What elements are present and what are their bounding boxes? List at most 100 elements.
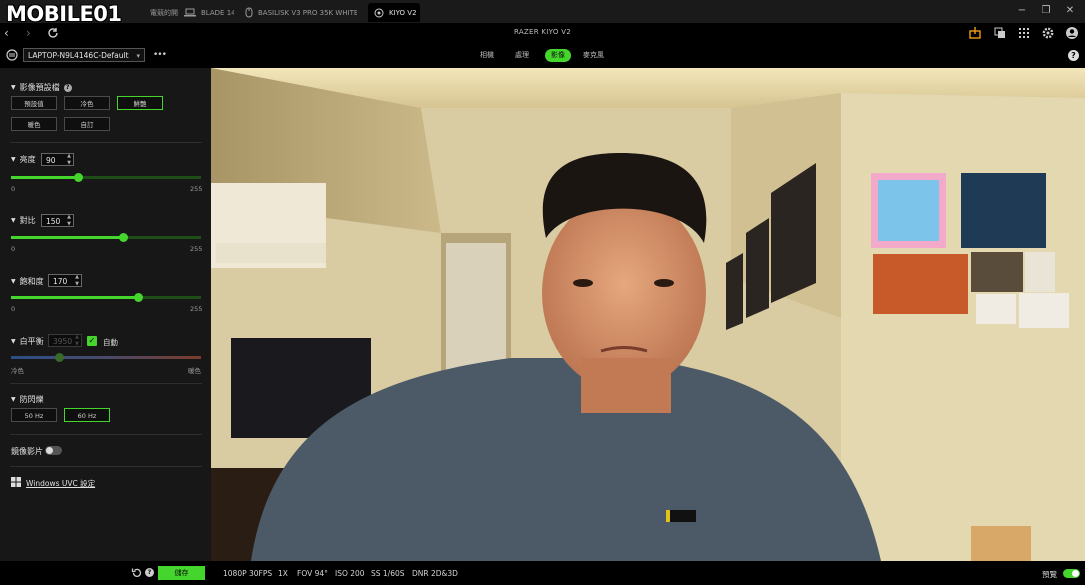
divider (10, 466, 202, 467)
mirror-label: 鏡像影片 (11, 447, 43, 456)
tab-label: BASILISK V3 PRO 35K WHITE EDITI (258, 8, 357, 17)
white-balance-header[interactable]: ▼ 白平衡 (11, 336, 44, 347)
user-avatar-icon[interactable] (1065, 26, 1079, 40)
bottom-bar: ? 儲存 1080P 30FPS 1X FOV 94° ISO 200 SS 1… (0, 561, 1085, 585)
tab-camera[interactable]: 相機 (480, 49, 494, 62)
preset-default-button[interactable]: 預設值 (11, 96, 57, 110)
contrast-value: 150 (46, 217, 61, 226)
stepper-arrows-icon[interactable]: ▲ ▼ (67, 153, 71, 167)
slider-fill (11, 236, 123, 239)
saturation-label: 飽和度 (19, 277, 44, 286)
slider-fill (11, 296, 138, 299)
chevron-down-icon: ▾ (136, 52, 140, 60)
laptop-icon (184, 8, 196, 17)
preset-section-header[interactable]: ▼ 影像預設檔 ? (11, 82, 72, 93)
toggle-knob (1072, 570, 1079, 577)
close-icon[interactable]: ✕ (1063, 4, 1077, 18)
save-button[interactable]: 儲存 (158, 566, 205, 580)
white-balance-min: 冷色 (11, 367, 24, 375)
contrast-slider[interactable] (11, 233, 201, 242)
preset-title: 影像預設檔 (19, 83, 60, 92)
resolution-stat: 1080P 30FPS (223, 569, 273, 578)
slider-thumb[interactable] (133, 293, 143, 302)
webcam-icon (374, 8, 384, 17)
tab-label: KIYO V2 (389, 8, 417, 17)
help-icon[interactable]: ? (63, 83, 72, 92)
minimize-icon[interactable]: − (1015, 4, 1029, 18)
device-select[interactable]: LAPTOP-N9L4146C-Default ▾ (23, 48, 145, 62)
brightness-header[interactable]: ▼ 亮度 (11, 154, 36, 165)
saturation-header[interactable]: ▼ 飽和度 (11, 276, 44, 287)
apps-grid-icon[interactable] (1017, 26, 1031, 40)
contrast-max: 255 (190, 245, 203, 253)
tab-label: 電競的開啟 (150, 8, 178, 17)
antiflicker-60hz-button[interactable]: 60 Hz (64, 408, 110, 422)
white-balance-slider[interactable] (11, 353, 201, 362)
divider (10, 142, 202, 143)
tab-kiyo-v2[interactable]: KIYO V2 (368, 3, 420, 22)
stepper-arrows-icon[interactable]: ▲ ▼ (75, 274, 79, 288)
slider-thumb[interactable] (54, 353, 64, 362)
stepper-arrows-icon[interactable]: ▲ ▼ (75, 334, 79, 348)
title-bar: MOBILE01 電競的開啟 BLADE 14 BASILISK V3 PRO … (0, 0, 1085, 26)
stepper-arrows-icon[interactable]: ▲ ▼ (67, 214, 71, 228)
preset-vivid-button[interactable]: 鮮艷 (117, 96, 163, 110)
brightness-min: 0 (11, 185, 16, 193)
shutter-stat: SS 1/60S (371, 569, 405, 578)
preview-label: 預覽 (1042, 570, 1057, 579)
toggle-knob (46, 447, 53, 454)
brightness-slider[interactable] (11, 173, 201, 182)
saturation-slider[interactable] (11, 293, 201, 302)
device-bar: LAPTOP-N9L4146C-Default ▾ ••• 相機 處理 影像 麥… (0, 44, 1085, 68)
fov-stat: FOV 94° (297, 569, 328, 578)
white-balance-input[interactable]: 3950 ▲ ▼ (48, 334, 82, 347)
tab-blade14[interactable]: BLADE 14 (184, 3, 234, 22)
contrast-min: 0 (11, 245, 16, 253)
brightness-value: 90 (46, 156, 56, 165)
contrast-label: 對比 (19, 216, 36, 225)
antiflicker-header[interactable]: ▼ 防閃爍 (11, 394, 44, 405)
app-title: RAZER KIYO V2 (513, 28, 572, 36)
more-options-icon[interactable]: ••• (153, 50, 167, 60)
dnr-stat: DNR 2D&3D (412, 569, 458, 578)
brightness-label: 亮度 (19, 155, 36, 164)
help-icon[interactable]: ? (145, 568, 154, 577)
preset-warm-button[interactable]: 暖色 (11, 117, 57, 131)
white-balance-label: 白平衡 (19, 337, 44, 346)
tab-image[interactable]: 影像 (545, 49, 571, 62)
windows-icon[interactable] (993, 26, 1007, 40)
iso-stat: ISO 200 (335, 569, 365, 578)
slider-thumb[interactable] (74, 173, 84, 182)
help-icon[interactable]: ? (1068, 50, 1079, 61)
preset-custom-button[interactable]: 自訂 (64, 117, 110, 131)
gear-icon[interactable] (1041, 26, 1055, 40)
divider (10, 434, 202, 435)
antiflicker-title: 防閃爍 (19, 395, 44, 404)
notification-icon[interactable] (968, 26, 982, 40)
reset-icon[interactable] (131, 567, 142, 578)
saturation-input[interactable]: 170 ▲ ▼ (48, 274, 82, 287)
slider-thumb[interactable] (118, 233, 128, 242)
restore-icon[interactable]: ❐ (1039, 4, 1053, 18)
divider (10, 383, 202, 384)
sidebar: ▼ 影像預設檔 ? 預設值 冷色 鮮艷 暖色 自訂 ▼ 亮度 90 ▲ ▼ 0 2… (0, 68, 211, 562)
antiflicker-50hz-button[interactable]: 50 Hz (11, 408, 57, 422)
tab-label: BLADE 14 (201, 8, 234, 17)
tab-basilisk[interactable]: BASILISK V3 PRO 35K WHITE EDITI (245, 3, 357, 22)
preset-cool-button[interactable]: 冷色 (64, 96, 110, 110)
auto-checkbox[interactable]: ✓ (87, 336, 97, 346)
mirror-toggle[interactable] (45, 446, 62, 455)
slider-fill (11, 176, 79, 179)
camera-preview (211, 68, 1085, 561)
tab-processing[interactable]: 處理 (515, 49, 529, 62)
brightness-input[interactable]: 90 ▲ ▼ (41, 153, 74, 166)
tab-razer[interactable]: 電競的開啟 (150, 3, 178, 22)
contrast-input[interactable]: 150 ▲ ▼ (41, 214, 74, 227)
auto-label: 自動 (103, 338, 118, 347)
windows-uvc-settings-link[interactable]: Windows UVC 設定 (26, 478, 95, 489)
saturation-max: 255 (190, 305, 203, 313)
preview-toggle[interactable] (1063, 569, 1080, 578)
contrast-header[interactable]: ▼ 對比 (11, 215, 36, 226)
caret-down-icon: ▼ (11, 396, 16, 403)
tab-microphone[interactable]: 麥克風 (583, 49, 604, 62)
